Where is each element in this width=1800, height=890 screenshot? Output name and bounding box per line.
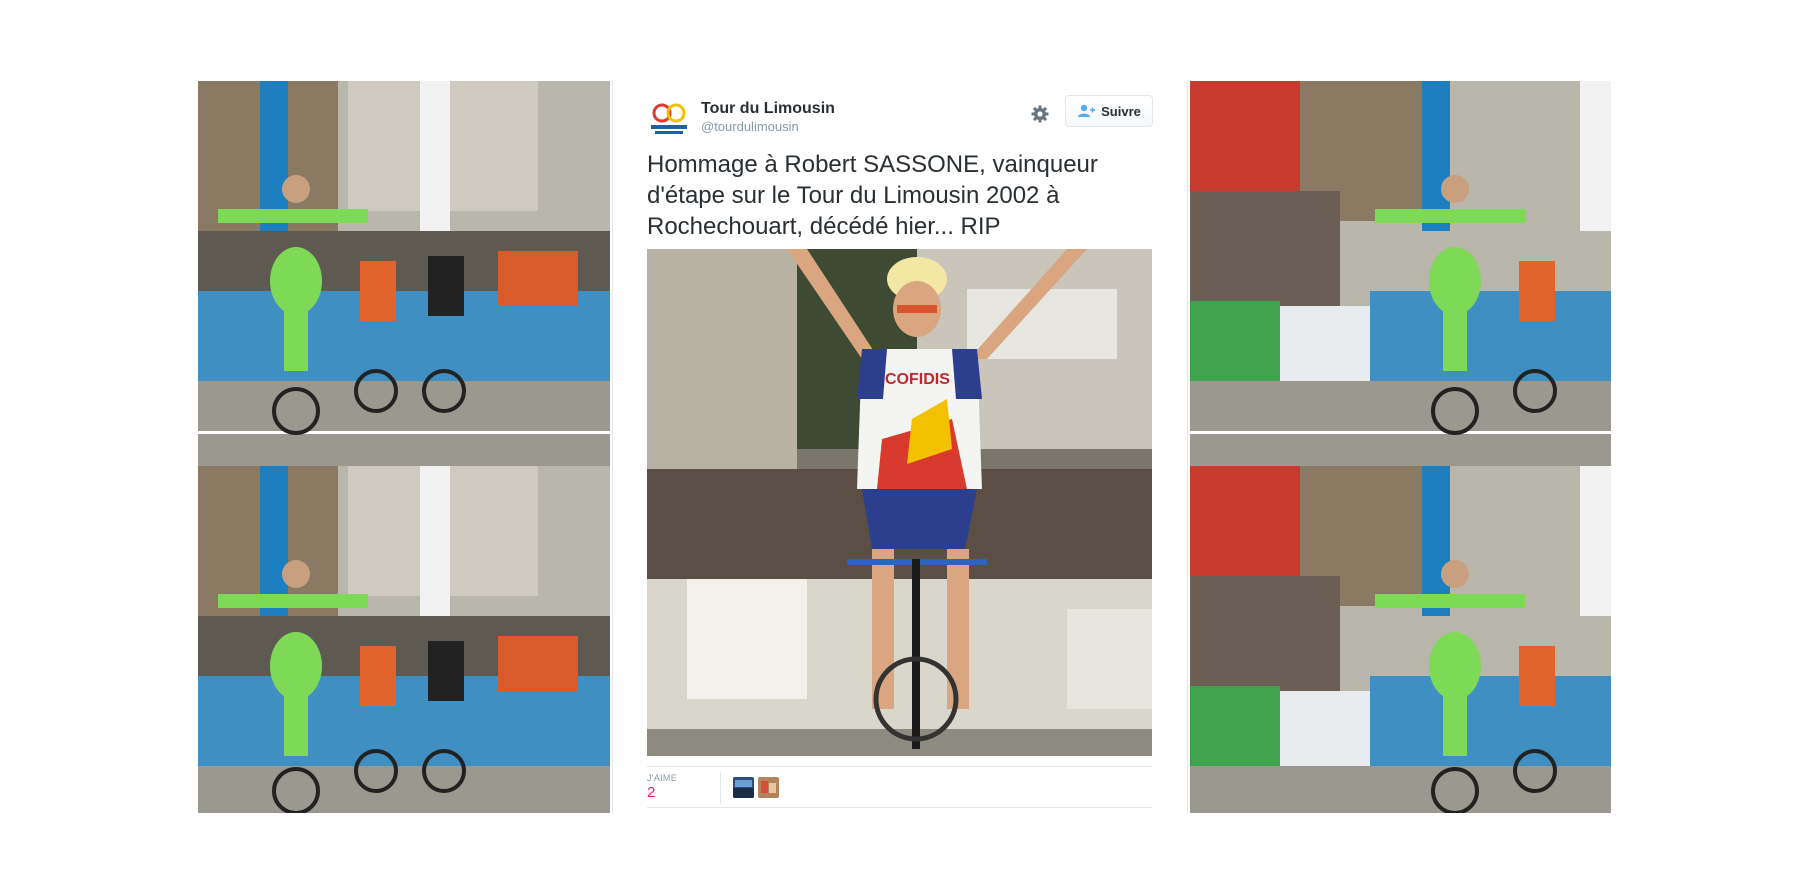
svg-text:COFIDIS: COFIDIS xyxy=(885,371,950,388)
page: Tour du Limousin @tourdulimousin Suivre … xyxy=(0,0,1800,890)
tweet-author[interactable]: Tour du Limousin @tourdulimousin xyxy=(701,99,835,135)
author-name[interactable]: Tour du Limousin xyxy=(701,99,835,119)
gear-icon[interactable] xyxy=(1030,104,1050,124)
avatar[interactable] xyxy=(758,777,779,798)
likes-label: J'AIME xyxy=(647,773,678,783)
background-race-photo xyxy=(198,466,610,813)
author-handle[interactable]: @tourdulimousin xyxy=(701,119,835,135)
likes-count: 2 xyxy=(647,784,656,801)
tweet-text: Hommage à Robert SASSONE, vainqueur d'ét… xyxy=(647,151,1098,240)
tweet-stats: J'AIME 2 xyxy=(647,766,1152,808)
follow-label: Suivre xyxy=(1101,103,1141,119)
tweet-photo[interactable]: COFIDIS xyxy=(647,249,1152,756)
avatar[interactable] xyxy=(733,777,754,798)
likes-stat[interactable]: J'AIME 2 xyxy=(647,772,721,804)
follow-button[interactable]: Suivre xyxy=(1065,95,1153,127)
background-race-photo xyxy=(198,81,610,466)
likers-list xyxy=(733,777,779,798)
add-user-icon xyxy=(1078,104,1096,117)
background-race-photo xyxy=(1190,81,1611,466)
tweet-header: Tour du Limousin @tourdulimousin Suivre xyxy=(647,93,1155,139)
background-race-photo xyxy=(1190,466,1611,813)
tour-du-limousin-logo-icon[interactable] xyxy=(647,95,691,139)
tweet-card: Tour du Limousin @tourdulimousin Suivre … xyxy=(612,81,1188,813)
